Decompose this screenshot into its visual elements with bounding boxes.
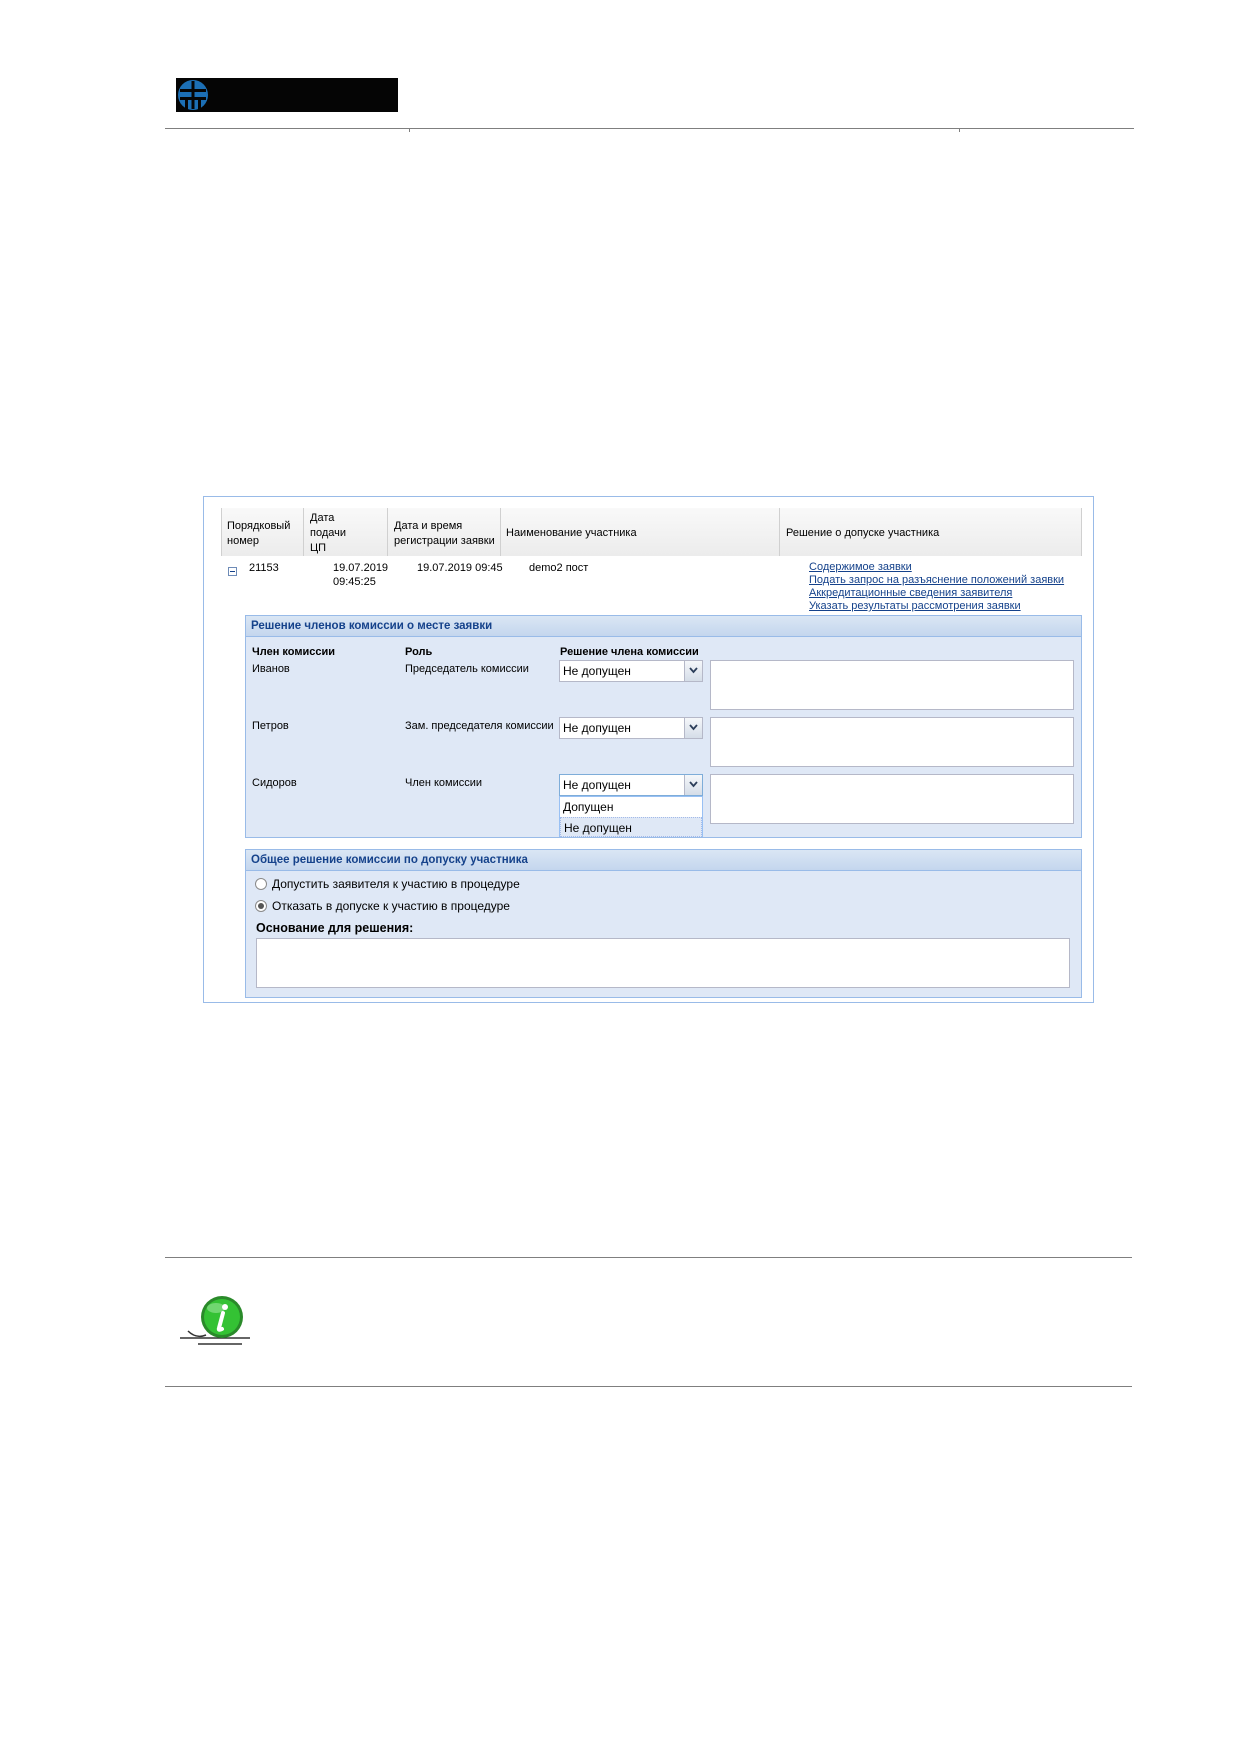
info-icon: [178, 1295, 254, 1351]
col-member-label: Член комиссии: [252, 646, 335, 658]
header-divider-tick: [959, 128, 960, 132]
col-role-label: Роль: [405, 646, 433, 658]
basis-field[interactable]: [256, 938, 1070, 988]
member-decision-select[interactable]: Не допущен: [559, 660, 703, 682]
note-bottom-divider: [165, 1386, 1132, 1387]
member-role: Председатель комиссии: [405, 663, 529, 675]
link-accreditation-info[interactable]: Аккредитационные сведения заявителя: [809, 587, 1012, 600]
header-participant[interactable]: Наименование участника: [506, 526, 637, 541]
col-decision-label: Решение члена комиссии: [560, 646, 699, 658]
header-submit-date[interactable]: Дата подачи ЦП: [310, 511, 346, 556]
basis-label: Основание для решения:: [256, 921, 414, 935]
header-divider: [165, 128, 1134, 129]
row-submit-date: 19.07.2019 09:45:25: [333, 562, 389, 588]
header-registration-date[interactable]: Дата и время регистрации заявки: [394, 519, 495, 549]
chevron-down-icon[interactable]: [684, 775, 702, 795]
note-top-divider: [165, 1257, 1132, 1258]
member-name: Петров: [252, 720, 289, 732]
radio-admit-label[interactable]: Допустить заявителя к участию в процедур…: [272, 877, 520, 891]
member-name: Иванов: [252, 663, 290, 675]
row-registration-datetime: 19.07.2019 09:45: [417, 562, 503, 574]
member-comment-field[interactable]: [710, 774, 1074, 824]
members-panel-title: Решение членов комиссии о месте заявки: [246, 616, 1081, 637]
logo-icon: [178, 80, 208, 110]
dropdown-option-not-admitted[interactable]: Не допущен: [560, 817, 702, 837]
member-decision-select[interactable]: Не допущен: [559, 717, 703, 739]
general-panel-title: Общее решение комиссии по допуску участн…: [246, 850, 1081, 871]
member-name: Сидоров: [252, 777, 297, 789]
header-decision[interactable]: Решение о допуске участника: [786, 526, 939, 541]
chevron-down-icon[interactable]: [684, 661, 702, 681]
members-decision-panel: Решение членов комиссии о месте заявки Ч…: [245, 615, 1082, 838]
application-review-screenshot: Порядковый номер Дата подачи ЦП Дата и врем…: [203, 496, 1094, 1003]
row-participant: demo2 пост: [529, 562, 589, 574]
decision-dropdown-list: Допущен Не допущен: [559, 796, 703, 837]
member-role: Зам. председателя комиссии: [405, 720, 554, 732]
company-logo: [176, 78, 398, 112]
member-comment-field[interactable]: [710, 660, 1074, 710]
member-role: Член комиссии: [405, 777, 483, 789]
chevron-down-icon[interactable]: [684, 718, 702, 738]
header-divider-tick: [409, 128, 410, 132]
link-review-results[interactable]: Указать результаты рассмотрения заявки: [809, 600, 1021, 613]
collapse-icon[interactable]: [228, 567, 237, 576]
radio-refuse[interactable]: [255, 900, 267, 912]
link-clarification-request[interactable]: Подать запрос на разъяснение положений з…: [809, 574, 1064, 587]
member-decision-select[interactable]: Не допущен: [559, 774, 703, 796]
header-number[interactable]: Порядковый номер: [227, 519, 290, 549]
general-decision-panel: Общее решение комиссии по допуску участн…: [245, 849, 1082, 998]
link-application-content[interactable]: Содержимое заявки: [809, 561, 912, 574]
member-comment-field[interactable]: [710, 717, 1074, 767]
radio-admit[interactable]: [255, 878, 267, 890]
grid-header: Порядковый номер Дата подачи ЦП Дата и врем…: [221, 508, 1082, 557]
row-number: 21153: [249, 562, 279, 574]
radio-refuse-label[interactable]: Отказать в допуске к участию в процедуре: [272, 899, 510, 913]
dropdown-option-admitted[interactable]: Допущен: [560, 797, 702, 817]
